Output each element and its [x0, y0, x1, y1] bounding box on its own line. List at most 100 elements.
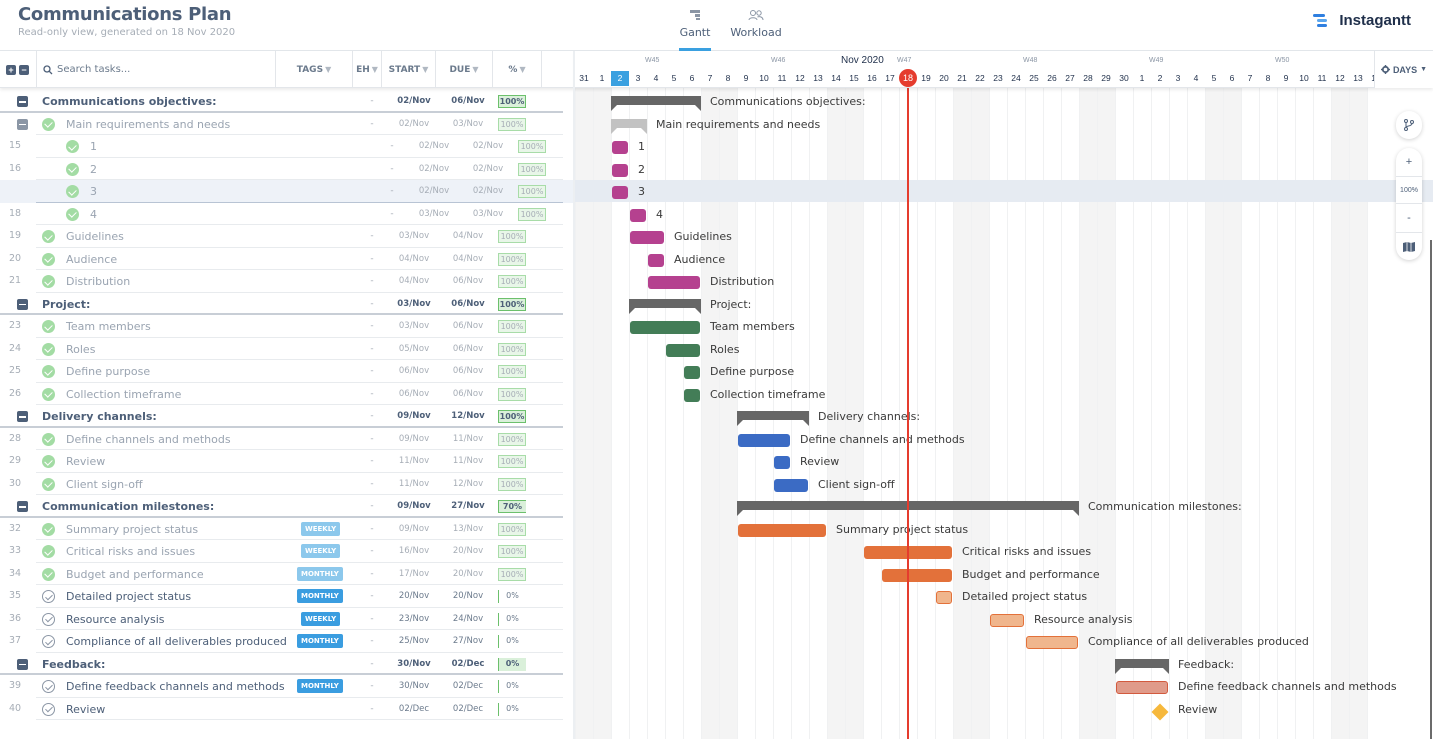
task-name[interactable]: Guidelines [66, 230, 124, 243]
task-row[interactable]: 20 Audience - 04/Nov 04/Nov 100% [0, 248, 575, 270]
task-bar[interactable] [684, 366, 700, 379]
search-input[interactable] [57, 64, 257, 75]
incomplete-check-icon[interactable] [42, 590, 55, 603]
task-name[interactable]: Compliance of all deliverables produced [66, 635, 287, 648]
task-group-row[interactable]: Delivery channels: - 09/Nov 12/Nov 100% [0, 405, 575, 428]
task-row[interactable]: 32 Summary project status WEEKLY - 09/Nov 13/… [0, 518, 575, 540]
tag-badge[interactable]: WEEKLY [301, 521, 341, 536]
task-name[interactable]: 4 [90, 208, 97, 221]
task-row[interactable]: 37 Compliance of all deliverables produce… [0, 630, 575, 653]
task-name[interactable]: Distribution [66, 275, 130, 288]
task-row[interactable]: 35 Detailed project status MONTHLY - 20/Nov 2… [0, 585, 575, 608]
complete-check-icon[interactable] [42, 320, 55, 333]
incomplete-check-icon[interactable] [42, 612, 55, 626]
task-bar[interactable] [648, 253, 664, 267]
task-name[interactable]: Review [66, 703, 105, 716]
task-group-row[interactable]: Communications objectives: - 02/Nov 06/Nov 1… [0, 90, 575, 113]
task-name[interactable]: Team members [66, 320, 151, 333]
subgroup-summary-bar[interactable] [611, 118, 647, 134]
pane-divider[interactable] [573, 51, 575, 739]
task-row[interactable]: 23 Team members - 03/Nov 06/Nov 100% [0, 315, 575, 338]
task-name[interactable]: Review [66, 455, 105, 468]
complete-check-icon[interactable] [66, 185, 79, 198]
filter-icon[interactable]: ▼ [519, 65, 525, 74]
task-bar[interactable] [738, 523, 826, 537]
filter-icon[interactable]: ▼ [472, 65, 478, 74]
task-row[interactable]: 28 Define channels and methods - 09/Nov 11/N… [0, 428, 575, 450]
vertical-scrollbar[interactable] [1430, 240, 1432, 739]
collapse-group-button[interactable] [17, 658, 28, 670]
task-row[interactable]: 36 Resource analysis WEEKLY - 23/Nov 24/Nov 0% [0, 608, 575, 630]
complete-check-icon[interactable] [42, 432, 55, 446]
tag-badge[interactable]: WEEKLY [301, 544, 341, 558]
task-name[interactable]: 3 [90, 185, 97, 198]
task-bar[interactable] [630, 321, 700, 334]
expand-all-button[interactable]: + [6, 65, 16, 75]
task-bar[interactable] [1116, 681, 1168, 694]
column-header-due[interactable]: DUE ▼ [436, 51, 493, 88]
task-bar[interactable] [612, 186, 628, 199]
task-bar[interactable] [630, 208, 646, 222]
complete-check-icon[interactable] [42, 365, 55, 378]
task-row[interactable]: 24 Roles - 05/Nov 06/Nov 100% [0, 338, 575, 360]
task-bar[interactable] [936, 591, 952, 604]
complete-check-icon[interactable] [66, 140, 79, 153]
group-summary-bar[interactable] [1115, 658, 1169, 674]
incomplete-check-icon[interactable] [42, 702, 55, 716]
complete-check-icon[interactable] [66, 162, 79, 176]
task-name[interactable]: Budget and performance [66, 568, 204, 581]
tag-badge[interactable]: MONTHLY [297, 679, 343, 693]
column-header-start[interactable]: START ▼ [382, 51, 436, 88]
task-name[interactable]: Client sign-off [66, 478, 143, 491]
task-name[interactable]: Define channels and methods [66, 433, 231, 446]
task-name[interactable]: Roles [66, 343, 95, 356]
incomplete-check-icon[interactable] [42, 680, 55, 693]
task-bar[interactable] [612, 141, 628, 154]
task-row[interactable]: 33 Critical risks and issues WEEKLY - 16/Nov… [0, 540, 575, 563]
collapse-group-button[interactable] [17, 298, 28, 310]
group-summary-bar[interactable] [737, 411, 809, 426]
column-header-percent[interactable]: % ▼ [493, 51, 542, 88]
task-bar[interactable] [774, 456, 790, 469]
task-row[interactable]: 3 - 02/Nov 02/Nov 100% [0, 180, 575, 203]
column-header-tags[interactable]: TAGS ▼ [276, 51, 353, 88]
tag-badge[interactable]: WEEKLY [301, 611, 341, 626]
complete-check-icon[interactable] [42, 387, 55, 401]
incomplete-check-icon[interactable] [42, 635, 55, 648]
task-name[interactable]: Define feedback channels and methods [66, 680, 285, 693]
complete-check-icon[interactable] [42, 342, 55, 356]
collapse-subgroup-button[interactable] [17, 118, 28, 130]
task-row[interactable]: 19 Guidelines - 03/Nov 04/Nov 100% [0, 225, 575, 248]
task-bar[interactable] [1026, 636, 1078, 649]
task-group-row[interactable]: Communication milestones: - 09/Nov 27/Nov 70… [0, 495, 575, 518]
complete-check-icon[interactable] [42, 252, 55, 266]
task-row[interactable]: 29 Review - 11/Nov 11/Nov 100% [0, 450, 575, 473]
task-bar[interactable] [990, 613, 1024, 627]
task-name[interactable]: Resource analysis [66, 613, 164, 626]
task-name[interactable]: 1 [90, 140, 97, 153]
task-row[interactable]: 34 Budget and performance MONTHLY - 17/Nov 20… [0, 563, 575, 585]
task-bar[interactable] [738, 433, 790, 447]
complete-check-icon[interactable] [42, 477, 55, 491]
filter-icon[interactable]: ▼ [422, 65, 428, 74]
complete-check-icon[interactable] [42, 522, 55, 536]
task-name[interactable]: Collection timeframe [66, 388, 181, 401]
task-row[interactable]: 26 Collection timeframe - 06/Nov 06/Nov 100% [0, 383, 575, 405]
complete-check-icon[interactable] [42, 455, 55, 468]
complete-check-icon[interactable] [42, 567, 55, 581]
task-row[interactable]: 39 Define feedback channels and methods MO… [0, 675, 575, 698]
task-group-row[interactable]: Feedback: - 30/Nov 02/Dec 0% [0, 653, 575, 675]
tag-badge[interactable]: MONTHLY [297, 589, 343, 603]
complete-check-icon[interactable] [66, 207, 79, 221]
task-row[interactable]: 40 Review - 02/Dec 02/Dec 0% [0, 698, 575, 720]
complete-check-icon[interactable] [42, 275, 55, 288]
tag-badge[interactable]: MONTHLY [297, 634, 343, 648]
task-name[interactable]: Audience [66, 253, 117, 266]
task-bar[interactable] [648, 276, 700, 289]
column-header-eh[interactable]: EH ▼ [353, 51, 382, 88]
task-bar[interactable] [666, 343, 700, 357]
task-row[interactable]: Main requirements and needs - 02/Nov 03/Nov… [0, 113, 575, 135]
task-row[interactable]: 21 Distribution - 04/Nov 06/Nov 100% [0, 270, 575, 293]
milestone-diamond[interactable] [1151, 703, 1169, 720]
zoom-in-button[interactable]: + [1396, 148, 1422, 176]
